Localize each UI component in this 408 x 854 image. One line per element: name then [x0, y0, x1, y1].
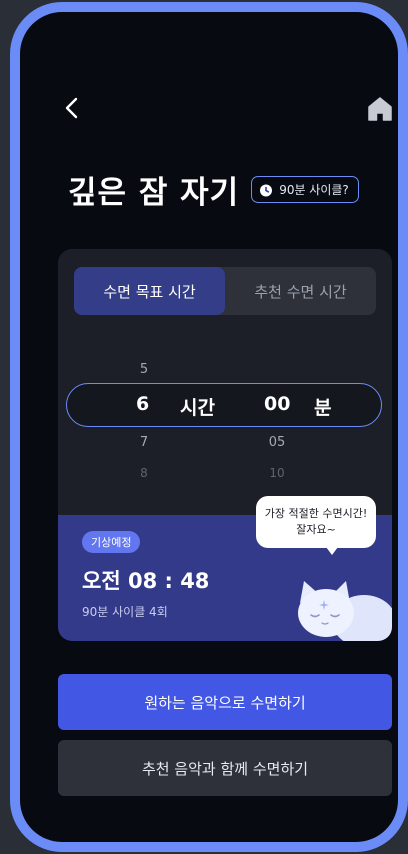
wake-cycle-count: 90분 사이클 4회 [82, 605, 168, 619]
time-picker-selection[interactable] [66, 383, 382, 427]
cycle-info-label: 90분 사이클? [279, 183, 349, 197]
sleeping-cat-illustration [298, 581, 392, 641]
sleep-with-own-music-button[interactable]: 원하는 음악으로 수면하기 [58, 674, 392, 730]
selected-minutes[interactable]: 00 [264, 393, 290, 415]
wake-badge: 기상예정 [82, 531, 141, 553]
back-button[interactable] [60, 94, 84, 122]
tab-recommended-time[interactable]: 추천 수면 시간 [225, 267, 376, 315]
tab-target-time[interactable]: 수면 목표 시간 [74, 267, 225, 315]
minutes-unit: 분 [314, 397, 332, 419]
speech-bubble: 가장 적절한 수면시간! 잘자요~ [256, 496, 376, 555]
sleep-with-recommended-music-button[interactable]: 추천 음악과 함께 수면하기 [58, 740, 392, 796]
page-title: 깊은 잠 자기 [68, 175, 240, 211]
home-icon [368, 97, 392, 121]
sleep-card: 수면 목표 시간 추천 수면 시간 5 6 시간 00 분 7 05 8 10 … [58, 249, 392, 641]
minute-option-10[interactable]: 10 [257, 466, 297, 480]
title-row: 깊은 잠 자기 90분 사이클? [68, 167, 359, 212]
hour-option-5[interactable]: 5 [124, 362, 164, 377]
chevron-left-icon [65, 97, 78, 119]
wake-time: 오전 08 : 48 [82, 569, 210, 593]
hour-option-7[interactable]: 7 [124, 435, 164, 450]
hours-unit: 시간 [180, 397, 215, 419]
minute-option-05[interactable]: 05 [257, 435, 297, 450]
hour-option-8[interactable]: 8 [124, 466, 164, 480]
moon-clock-icon [260, 184, 273, 196]
mode-tabs: 수면 목표 시간 추천 수면 시간 [74, 267, 376, 315]
bubble-line-1: 가장 적절한 수면시간! [264, 507, 368, 520]
home-button[interactable] [366, 95, 394, 123]
screen: 깊은 잠 자기 90분 사이클? 수면 목표 시간 추천 수면 시간 5 6 시… [20, 12, 398, 842]
phone-frame: 깊은 잠 자기 90분 사이클? 수면 목표 시간 추천 수면 시간 5 6 시… [10, 2, 408, 852]
cycle-info-button[interactable]: 90분 사이클? [251, 176, 359, 203]
selected-hours[interactable]: 6 [136, 393, 149, 415]
bubble-line-2: 잘자요~ [296, 523, 336, 536]
